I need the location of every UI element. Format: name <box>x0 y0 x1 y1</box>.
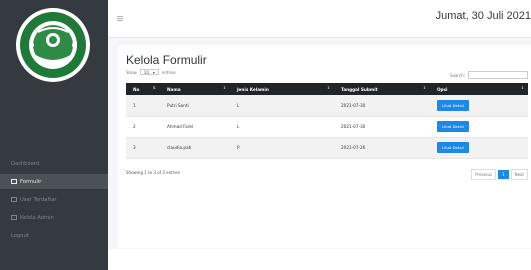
current-date: Jumat, 30 Juli 2021 <box>435 10 531 22</box>
cell-nama: Putri Santi <box>167 102 189 108</box>
sidebar-item-label: Kelola Admin <box>20 214 54 221</box>
table-row: 1 Putri Santi L 2021-07-30 Lihat Detail <box>126 95 528 116</box>
page-1-button[interactable]: 1 <box>498 170 509 179</box>
cell-nama: Ahmad Farel <box>167 124 194 129</box>
col-header-jenis-kelamin[interactable]: Jenis Kelamin ⇕ <box>230 83 334 95</box>
menu-toggle-icon[interactable] <box>117 16 123 21</box>
sidebar-item-label: Formulir <box>20 178 42 185</box>
next-button[interactable]: Next <box>510 169 528 180</box>
search-box: Search: <box>450 71 528 79</box>
top-navbar: Jumat, 30 Juli 2021 <box>108 0 531 38</box>
cell-tanggal: 2021-07-26 <box>341 145 366 150</box>
sort-icon: ⇕ <box>520 86 524 90</box>
sidebar-item-kelola-admin[interactable]: Kelola Admin <box>0 210 108 225</box>
cell-tanggal: 2021-07-30 <box>341 124 366 129</box>
table-header-row: No ⇅ Nama ⇕ Jenis Kelamin ⇕ Tanggal Submit ⇕… <box>126 83 528 95</box>
col-header-nama[interactable]: Nama ⇕ <box>160 83 230 95</box>
cell-jenis-kelamin: P <box>237 145 240 150</box>
entries-select-value: 10 <box>143 70 149 75</box>
entries-select[interactable]: 10 ▾ <box>139 69 159 75</box>
users-icon <box>11 197 17 202</box>
previous-button[interactable]: Previous <box>471 169 497 180</box>
sidebar-item-label: User Terdaftar <box>20 196 57 203</box>
main-card: Kelola Formulir Show 10 ▾ entries Search… <box>118 45 531 248</box>
show-label: Show <box>126 69 137 75</box>
footer <box>108 249 531 270</box>
show-entries: Show 10 ▾ entries <box>126 69 176 75</box>
cell-no: 1 <box>133 102 136 108</box>
cell-jenis-kelamin: L <box>237 124 240 129</box>
sidebar-item-label: Logout <box>11 232 29 239</box>
sidebar-item-user-terdaftar[interactable]: User Terdaftar <box>0 192 108 207</box>
page-title: Kelola Formulir <box>126 53 207 67</box>
pagination: Previous 1 Next <box>471 169 528 180</box>
col-header-opsi[interactable]: Opsi ⇕ <box>430 83 528 95</box>
admin-icon <box>11 215 17 220</box>
school-logo <box>14 6 92 84</box>
forms-table: No ⇅ Nama ⇕ Jenis Kelamin ⇕ Tanggal Submit ⇕… <box>126 83 528 159</box>
col-header-no[interactable]: No ⇅ <box>126 83 160 95</box>
view-detail-button[interactable]: Lihat Detail <box>437 121 469 132</box>
sort-icon: ⇕ <box>222 86 226 90</box>
cell-nama: claudia.pati <box>167 145 192 150</box>
table-row: 2 Ahmad Farel L 2021-07-30 Lihat Detail <box>126 116 528 137</box>
chevron-down-icon: ▾ <box>152 70 155 75</box>
table-info: Showing 1 to 3 of 3 entries <box>126 170 180 175</box>
sidebar-item-logout[interactable]: Logout <box>0 228 108 243</box>
form-icon <box>11 179 17 184</box>
sidebar-item-label: Dashboard <box>11 160 40 167</box>
search-input[interactable] <box>468 71 528 79</box>
entries-label: entries <box>161 69 176 75</box>
search-label: Search: <box>449 72 465 78</box>
cell-tanggal: 2021-07-30 <box>341 102 366 108</box>
sort-icon: ⇕ <box>422 86 426 90</box>
col-header-tanggal-submit[interactable]: Tanggal Submit ⇕ <box>334 83 430 95</box>
view-detail-button[interactable]: Lihat Detail <box>437 142 469 153</box>
view-detail-button[interactable]: Lihat Detail <box>437 99 469 111</box>
cell-jenis-kelamin: L <box>237 102 240 108</box>
table-row: 3 claudia.pati P 2021-07-26 Lihat Detail <box>126 137 528 158</box>
sidebar-item-dashboard[interactable]: Dashboard <box>0 156 108 171</box>
sort-icon: ⇅ <box>152 86 156 90</box>
cell-no: 2 <box>133 124 136 129</box>
sidebar-nav: Dashboard Formulir User Terdaftar Kelola… <box>0 156 108 246</box>
sidebar-item-formulir[interactable]: Formulir <box>0 174 108 189</box>
sidebar: Dashboard Formulir User Terdaftar Kelola… <box>0 0 108 270</box>
cell-no: 3 <box>133 145 136 150</box>
sort-icon: ⇕ <box>326 86 330 90</box>
